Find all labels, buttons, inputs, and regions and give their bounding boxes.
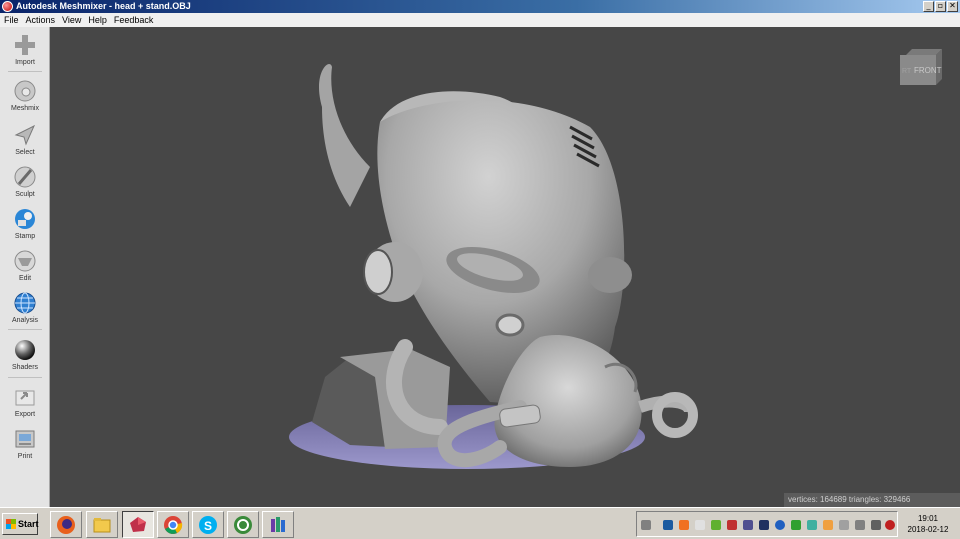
menu-bar: File Actions View Help Feedback: [0, 13, 960, 27]
keyboard-icon[interactable]: [641, 520, 651, 530]
orange-tray-icon[interactable]: [823, 520, 833, 530]
file-explorer-icon: [93, 517, 111, 532]
tool-export[interactable]: Export: [0, 383, 50, 423]
tool-select-label: Select: [15, 149, 35, 156]
tool-stamp[interactable]: Stamp: [0, 205, 50, 245]
no-entry-icon[interactable]: [885, 520, 895, 530]
steam-icon[interactable]: [759, 520, 769, 530]
toolbar-divider: [8, 329, 42, 330]
head-model: [289, 63, 698, 469]
start-label: Start: [18, 519, 39, 529]
sphere-icon: [15, 340, 35, 360]
taskbar-meshmixer[interactable]: [122, 511, 154, 538]
taskbar-file-explorer[interactable]: [86, 511, 118, 538]
tool-sculpt[interactable]: Sculpt: [0, 163, 50, 203]
window-title: Autodesk Meshmixer - head + stand.OBJ: [16, 1, 191, 11]
display-icon[interactable]: [663, 520, 673, 530]
arrow-icon: [14, 124, 36, 146]
toolbar-divider: [8, 377, 42, 378]
tool-edit[interactable]: Edit: [0, 247, 50, 287]
teal-tray-icon[interactable]: [807, 520, 817, 530]
viewcube-side-label: RT: [902, 68, 912, 75]
mesh-stats: vertices: 164689 triangles: 329466: [784, 493, 960, 507]
menu-view[interactable]: View: [62, 15, 81, 25]
view-cube[interactable]: RT FRONT: [898, 47, 944, 87]
title-bar[interactable]: Autodesk Meshmixer - head + stand.OBJ _ …: [0, 0, 960, 13]
brush-icon: [14, 166, 36, 188]
printer-icon: [15, 430, 35, 448]
left-toolbar: Import Meshmix Select Sculpt Stamp Edit …: [0, 27, 50, 507]
menu-help[interactable]: Help: [88, 15, 107, 25]
tool-stamp-label: Stamp: [14, 233, 36, 240]
3d-viewport[interactable]: RT FRONT vertices: 164689 triangles: 329…: [50, 27, 960, 507]
start-button[interactable]: Start: [2, 513, 39, 535]
tool-shaders[interactable]: Shaders: [0, 336, 50, 376]
restore-button[interactable]: ▫: [935, 1, 946, 12]
stamp-icon: [15, 209, 35, 229]
tool-import[interactable]: Import: [0, 31, 50, 71]
export-icon: [15, 390, 35, 406]
taskbar-firefox[interactable]: [50, 511, 82, 538]
tool-print[interactable]: Print: [0, 425, 50, 465]
firefox-icon: [57, 515, 75, 534]
clock-date: 2018-02-12: [907, 525, 949, 534]
meshmix-icon: [14, 80, 36, 102]
usb-icon[interactable]: [855, 520, 865, 530]
system-tray: [636, 511, 898, 537]
green-ring-icon: [234, 515, 252, 534]
network-icon[interactable]: [743, 520, 753, 530]
volume-icon[interactable]: [871, 520, 881, 530]
tool-export-label: Export: [14, 411, 36, 418]
meshmixer-icon: [130, 516, 146, 532]
menu-file[interactable]: File: [4, 15, 19, 25]
minimize-button[interactable]: _: [923, 1, 934, 12]
skype-icon: S: [199, 515, 217, 534]
green-tray-icon[interactable]: [791, 520, 801, 530]
tool-analysis-label: Analysis: [11, 317, 39, 324]
evernote-icon[interactable]: [711, 520, 721, 530]
chrome-icon: [164, 515, 183, 534]
bluetooth-icon[interactable]: [775, 520, 785, 530]
horn: [318, 63, 370, 207]
globe-icon: [14, 292, 36, 314]
taskbar-chrome[interactable]: [157, 511, 189, 538]
tool-select[interactable]: Select: [0, 121, 50, 161]
viewcube-front-label: FRONT: [914, 66, 942, 75]
meshmixer-app-icon[interactable]: [2, 1, 13, 12]
blank-tray-icon[interactable]: [695, 520, 705, 530]
meshmixer-window: Autodesk Meshmixer - head + stand.OBJ _ …: [0, 0, 960, 539]
tool-print-label: Print: [17, 453, 33, 460]
tool-shaders-label: Shaders: [11, 364, 39, 371]
avast-icon[interactable]: [679, 520, 689, 530]
flag-tray-icon[interactable]: [839, 520, 849, 530]
tool-import-label: Import: [15, 59, 35, 66]
menu-actions[interactable]: Actions: [26, 15, 56, 25]
tool-meshmix-label: Meshmix: [10, 105, 39, 112]
taskbar-skype[interactable]: S: [192, 511, 224, 538]
window-controls: _ ▫ ✕: [923, 1, 958, 12]
windows-taskbar: Start S 19:01 2018-02-12: [0, 507, 960, 539]
tool-edit-label: Edit: [18, 275, 32, 282]
right-eye: [588, 257, 632, 293]
red-dots-icon[interactable]: [727, 520, 737, 530]
menu-feedback[interactable]: Feedback: [114, 15, 154, 25]
tool-sculpt-label: Sculpt: [15, 191, 35, 198]
taskbar-clock[interactable]: 19:01 2018-02-12: [898, 511, 958, 537]
clock-time: 19:01: [917, 514, 939, 523]
edit-icon: [14, 250, 36, 272]
tool-analysis[interactable]: Analysis: [0, 289, 50, 329]
windows-flag-icon: [6, 519, 16, 529]
toolbar-divider: [8, 71, 42, 72]
taskbar-bars-app[interactable]: [262, 511, 294, 538]
close-button[interactable]: ✕: [947, 1, 958, 12]
svg-text:S: S: [204, 519, 212, 533]
app-bars-icon: [271, 516, 285, 532]
taskbar-green-app[interactable]: [227, 511, 259, 538]
plus-icon: [15, 35, 35, 55]
tool-meshmix[interactable]: Meshmix: [0, 77, 50, 117]
